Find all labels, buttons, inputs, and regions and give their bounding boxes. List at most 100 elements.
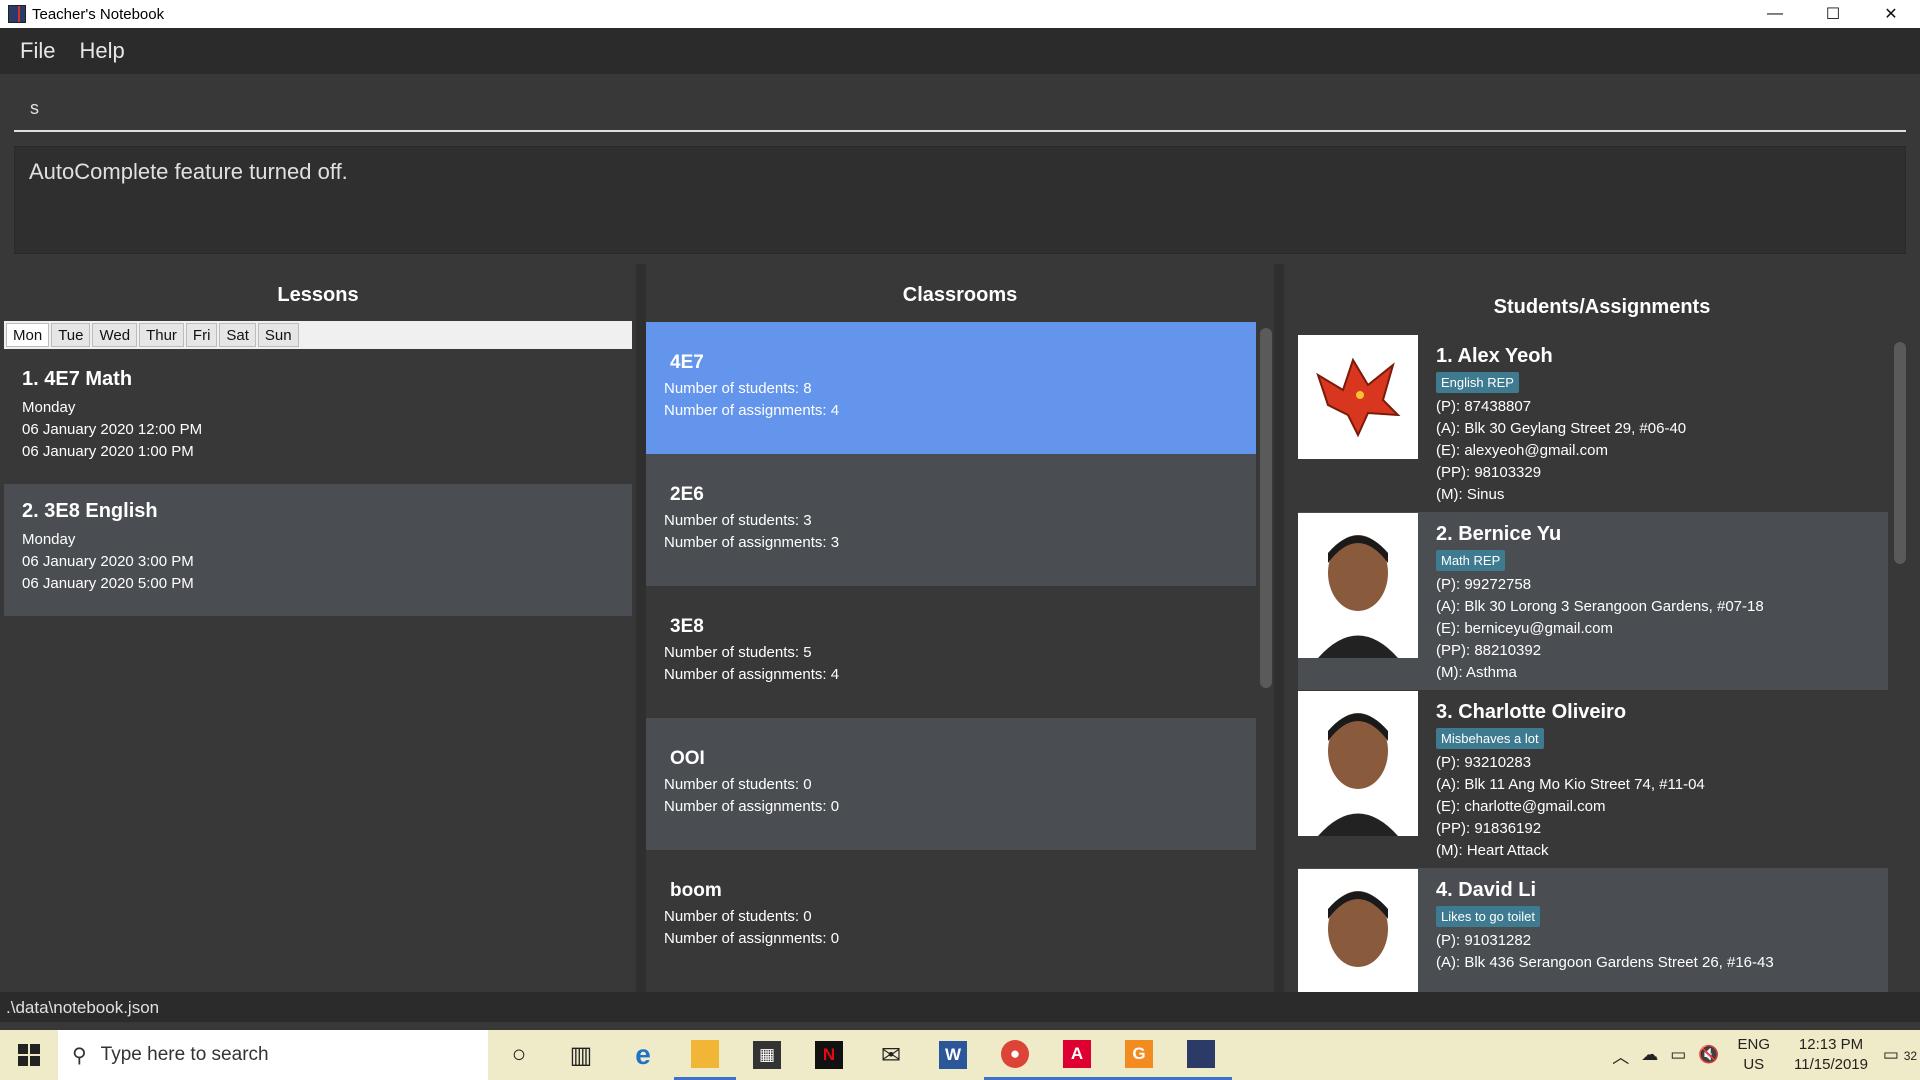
tab-wed[interactable]: Wed (92, 323, 138, 347)
command-input[interactable]: s (14, 88, 1906, 132)
day-tabs: Mon Tue Wed Thur Fri Sat Sun (4, 321, 632, 349)
search-placeholder: Type here to search (100, 1044, 269, 1065)
student-medical: (M): Asthma (1436, 664, 1517, 681)
classroom-name: 2E6 (670, 484, 704, 505)
notification-icon: ▭ (1882, 1045, 1899, 1064)
chevron-up-icon[interactable]: ︿ (1612, 1043, 1629, 1068)
classroom-students: Number of students: 0 (664, 776, 812, 793)
tab-sat[interactable]: Sat (219, 323, 256, 347)
tab-tue[interactable]: Tue (51, 323, 91, 347)
onedrive-icon[interactable]: ☁ (1641, 1045, 1658, 1065)
student-photo-dragon (1298, 335, 1418, 459)
lessons-list: 1. 4E7 Math Monday 06 January 2020 12:00… (4, 352, 632, 616)
lesson-end: 06 January 2020 5:00 PM (22, 575, 194, 592)
store-icon[interactable]: ▦ (736, 1030, 798, 1080)
classroom-card[interactable]: 4E7 Number of students: 8 Number of assi… (646, 322, 1256, 454)
student-email: (E): berniceyu@gmail.com (1436, 620, 1613, 637)
student-name: 1. Alex Yeoh (1436, 345, 1553, 367)
student-phone: (P): 91031282 (1436, 932, 1532, 949)
clock[interactable]: 12:13 PM 11/15/2019 (1794, 1035, 1868, 1075)
cortana-icon[interactable]: ○ (488, 1030, 550, 1080)
task-view-icon[interactable]: ▥ (550, 1030, 612, 1080)
file-explorer-icon[interactable] (674, 1030, 736, 1080)
battery-icon[interactable]: ▭ (1670, 1045, 1686, 1065)
language-indicator[interactable]: ENG US (1738, 1035, 1771, 1075)
student-email: (E): alexyeoh@gmail.com (1436, 442, 1608, 459)
student-email: (E): charlotte@gmail.com (1436, 798, 1606, 815)
maximize-button[interactable]: ☐ (1804, 0, 1862, 28)
windows-start-icon[interactable] (0, 1030, 58, 1080)
classrooms-panel: Classrooms 4E7 Number of students: 8 Num… (646, 264, 1274, 992)
student-name: 3. Charlotte Oliveiro (1436, 701, 1627, 723)
student-address: (A): Blk 30 Geylang Street 29, #06-40 (1436, 420, 1687, 437)
mute-icon[interactable]: 🔇 (1698, 1045, 1719, 1065)
notebook-app-icon[interactable] (1170, 1030, 1232, 1080)
mail-icon[interactable]: ✉ (860, 1030, 922, 1080)
app-icon (8, 5, 26, 23)
window-title-bar: Teacher's Notebook — ☐ ✕ (0, 0, 1920, 28)
taskbar-search[interactable]: ⚲ Type here to search (58, 1030, 488, 1080)
clock-time: 12:13 PM (1798, 1036, 1864, 1053)
student-photo (1298, 869, 1418, 992)
lang-region: US (1743, 1056, 1765, 1073)
classroom-card[interactable]: OOI Number of students: 0 Number of assi… (646, 718, 1256, 850)
students-panel: Students/Assignments 1. Alex Yeoh Englis… (1284, 264, 1920, 992)
classroom-card[interactable]: 2E6 Number of students: 3 Number of assi… (646, 454, 1256, 586)
classroom-students: Number of students: 0 (664, 908, 812, 925)
student-phone: (P): 99272758 (1436, 576, 1532, 593)
lesson-title: 2. 3E8 English (22, 500, 158, 522)
panel-divider[interactable] (636, 264, 646, 992)
window-title: Teacher's Notebook (32, 5, 165, 23)
student-tag: Likes to go toilet (1436, 906, 1540, 927)
tab-sun[interactable]: Sun (257, 323, 299, 347)
minimize-button[interactable]: — (1746, 0, 1804, 28)
netflix-icon[interactable]: N (798, 1030, 860, 1080)
clock-date: 11/15/2019 (1794, 1056, 1868, 1073)
student-card[interactable]: 2. Bernice Yu Math REP (P): 99272758 (A)… (1298, 512, 1888, 690)
close-button[interactable]: ✕ (1862, 0, 1920, 28)
tab-thur[interactable]: Thur (139, 323, 184, 347)
lesson-card[interactable]: 2. 3E8 English Monday 06 January 2020 3:… (4, 484, 632, 616)
edge-icon[interactable]: e (612, 1030, 674, 1080)
student-name: 4. David Li (1436, 879, 1537, 901)
student-tag: English REP (1436, 372, 1519, 393)
classroom-name: 3E8 (670, 616, 704, 637)
command-box: s (0, 74, 1920, 140)
student-tag: Math REP (1436, 550, 1506, 571)
student-card[interactable]: 3. Charlotte Oliveiro Misbehaves a lot (… (1298, 690, 1888, 868)
student-parent-phone: (PP): 91836192 (1436, 820, 1542, 837)
student-card[interactable]: 1. Alex Yeoh English REP (P): 87438807 (… (1298, 334, 1888, 512)
student-photo (1298, 691, 1418, 836)
classroom-name: 4E7 (670, 352, 704, 373)
classroom-assignments: Number of assignments: 0 (664, 930, 840, 947)
lesson-title: 1. 4E7 Math (22, 368, 133, 390)
student-tag: Misbehaves a lot (1436, 728, 1544, 749)
student-card[interactable]: 4. David Li Likes to go toilet (P): 9103… (1298, 868, 1888, 992)
pdf-app-icon[interactable]: G (1108, 1030, 1170, 1080)
word-icon[interactable]: W (922, 1030, 984, 1080)
students-scrollbar[interactable] (1894, 342, 1906, 564)
chrome-icon[interactable]: ● (984, 1030, 1046, 1080)
classrooms-scrollbar[interactable] (1260, 328, 1272, 688)
student-photo (1298, 513, 1418, 658)
classroom-card[interactable]: 3E8 Number of students: 5 Number of assi… (646, 586, 1256, 718)
system-tray: ︿ ☁ ▭ 🔇 ENG US 12:13 PM 11/15/2019 ▭ 32 (1606, 1030, 1920, 1080)
student-address: (A): Blk 436 Serangoon Gardens Street 26… (1436, 954, 1774, 971)
angular-icon[interactable]: A (1046, 1030, 1108, 1080)
student-name: 2. Bernice Yu (1436, 523, 1562, 545)
notification-center[interactable]: ▭ 32 (1880, 1045, 1920, 1065)
tab-mon[interactable]: Mon (6, 323, 50, 347)
menu-file[interactable]: File (8, 38, 67, 64)
student-phone: (P): 87438807 (1436, 398, 1532, 415)
menu-help[interactable]: Help (67, 38, 136, 64)
classroom-card[interactable]: boom Number of students: 0 Number of ass… (646, 850, 1256, 982)
result-display: AutoComplete feature turned off. (14, 146, 1906, 254)
classrooms-list: 4E7 Number of students: 8 Number of assi… (646, 322, 1256, 982)
classroom-name: OOI (670, 748, 705, 769)
panel-divider[interactable] (1274, 264, 1284, 992)
windows-taskbar: ⚲ Type here to search ○ ▥ e ▦ N ✉ W ● A … (0, 1030, 1920, 1080)
tab-fri[interactable]: Fri (185, 323, 218, 347)
lesson-day: Monday (22, 531, 76, 548)
lesson-card[interactable]: 1. 4E7 Math Monday 06 January 2020 12:00… (4, 352, 632, 484)
classroom-assignments: Number of assignments: 4 (664, 402, 840, 419)
